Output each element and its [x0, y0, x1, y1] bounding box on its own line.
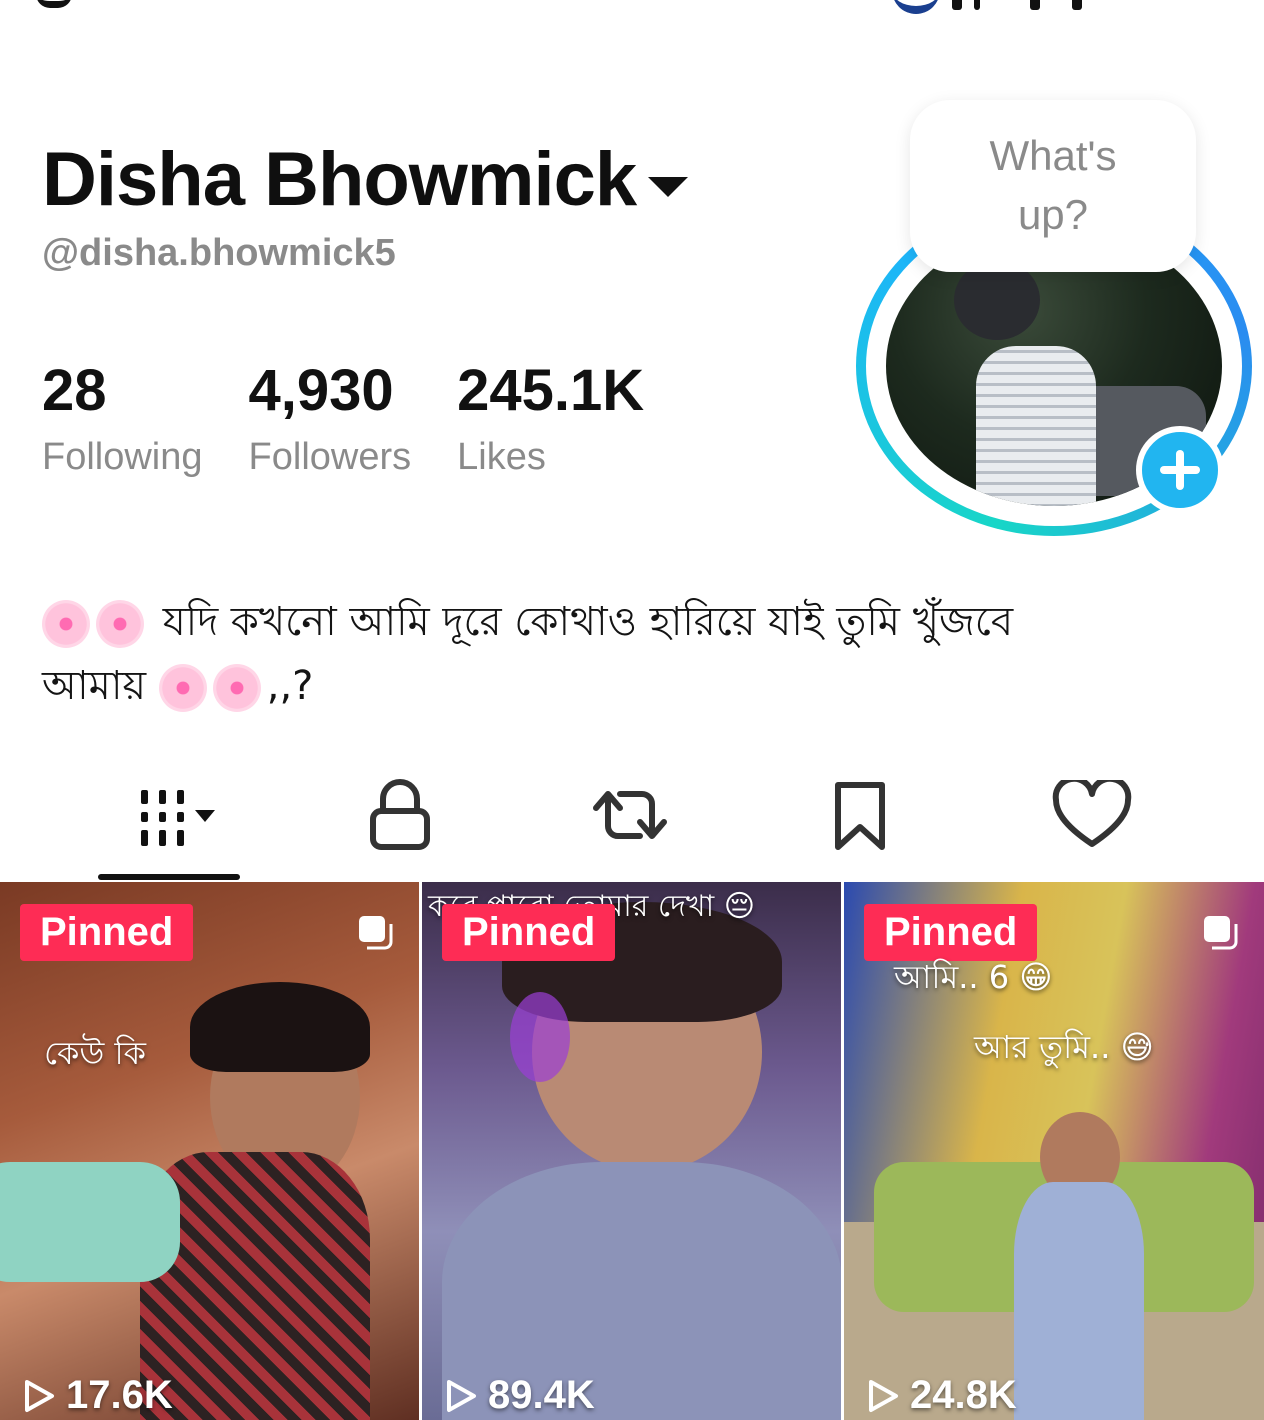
status-bubble[interactable]: What's up? [910, 100, 1196, 272]
likes-stat[interactable]: 245.1K Likes [457, 362, 644, 479]
avatar-photo-detail [976, 346, 1096, 506]
profile-stats: 28 Following 4,930 Followers 245.1K Like… [42, 362, 690, 479]
video-tile[interactable]: Pinned আমি.. 6 😁 আর তুমি.. 😅 24.8K [844, 882, 1264, 1420]
play-icon [25, 1379, 54, 1412]
likes-label: Likes [457, 436, 546, 478]
lock-icon [370, 779, 430, 850]
grid-icon [141, 790, 215, 846]
view-count: 17.6K [22, 1373, 173, 1418]
video-caption-2: আর তুমি.. 😅 [974, 1028, 1154, 1066]
account-switcher[interactable]: Disha Bhowmick [42, 136, 689, 223]
avatar-photo-detail [954, 260, 1040, 340]
following-stat[interactable]: 28 Following [42, 362, 203, 479]
top-bar-fragment [0, 0, 1264, 20]
separator-mark [1030, 0, 1040, 10]
tile-photo-detail [0, 1162, 180, 1282]
tile-photo-detail [1014, 1182, 1144, 1420]
flower-emoji-icon [96, 600, 144, 648]
flower-emoji-icon [42, 600, 90, 648]
pinned-badge: Pinned [442, 904, 616, 961]
view-count-value: 89.4K [488, 1373, 595, 1417]
active-tab-indicator [98, 874, 240, 880]
followers-stat[interactable]: 4,930 Followers [249, 362, 412, 479]
video-caption: আমি.. 6 😁 [894, 958, 1053, 996]
following-count: 28 [42, 358, 107, 423]
flower-emoji-icon [158, 664, 207, 712]
separator-mark [952, 0, 962, 10]
chevron-down-icon [648, 176, 689, 197]
video-tile[interactable]: করে পাবো তোমার দেখা 😔 Pinned 89.4K [422, 882, 841, 1420]
followers-count: 4,930 [248, 358, 394, 423]
view-count: 89.4K [444, 1373, 595, 1418]
repost-icon [593, 791, 667, 839]
video-tile[interactable]: Pinned কেউ কি 17.6K [0, 882, 419, 1420]
following-label: Following [42, 436, 203, 478]
tab-reposts[interactable] [570, 770, 690, 860]
bio-line-1: যদি কখনো আমি দূরে কোথাও হারিয়ে যাই তুমি… [162, 599, 1014, 645]
view-count: 24.8K [866, 1373, 1017, 1418]
tab-liked[interactable] [1032, 770, 1152, 860]
view-count-value: 17.6K [66, 1373, 173, 1417]
username: @disha.bhowmick5 [42, 232, 396, 274]
video-caption: কেউ কি [44, 1034, 147, 1072]
video-grid: Pinned কেউ কি 17.6K করে পাবো তোমার দেখা … [0, 882, 1264, 1420]
play-icon [447, 1379, 476, 1412]
likes-count: 245.1K [457, 358, 645, 423]
followers-label: Followers [248, 436, 412, 478]
flower-emoji-icon [212, 664, 261, 712]
carousel-icon [1204, 916, 1238, 950]
back-icon[interactable] [36, 0, 72, 8]
separator-mark [1072, 0, 1082, 10]
bio: যদি কখনো আমি দূরে কোথাও হারিয়ে যাই তুমি… [42, 590, 1202, 718]
view-count-value: 24.8K [910, 1373, 1017, 1417]
pinned-badge: Pinned [20, 904, 194, 961]
bookmark-icon [835, 782, 885, 850]
bio-line-2: আমায় [42, 663, 147, 709]
tab-favorites[interactable] [800, 770, 920, 860]
carousel-icon [359, 916, 393, 950]
tile-photo-detail [510, 992, 570, 1082]
profile-tabs [0, 770, 1264, 880]
tab-private[interactable] [340, 770, 460, 860]
add-story-button[interactable] [1136, 426, 1224, 514]
plus-icon [1176, 450, 1184, 490]
heart-icon [1052, 780, 1132, 847]
bio-line-2-suffix: ,,? [266, 663, 314, 709]
tab-videos[interactable] [118, 770, 238, 860]
display-name: Disha Bhowmick [42, 137, 637, 222]
profile-badge-icon[interactable] [892, 0, 940, 14]
status-bubble-text: What's up? [989, 132, 1117, 238]
tile-photo-detail [190, 982, 370, 1072]
separator-mark [974, 0, 980, 10]
play-icon [869, 1379, 898, 1412]
